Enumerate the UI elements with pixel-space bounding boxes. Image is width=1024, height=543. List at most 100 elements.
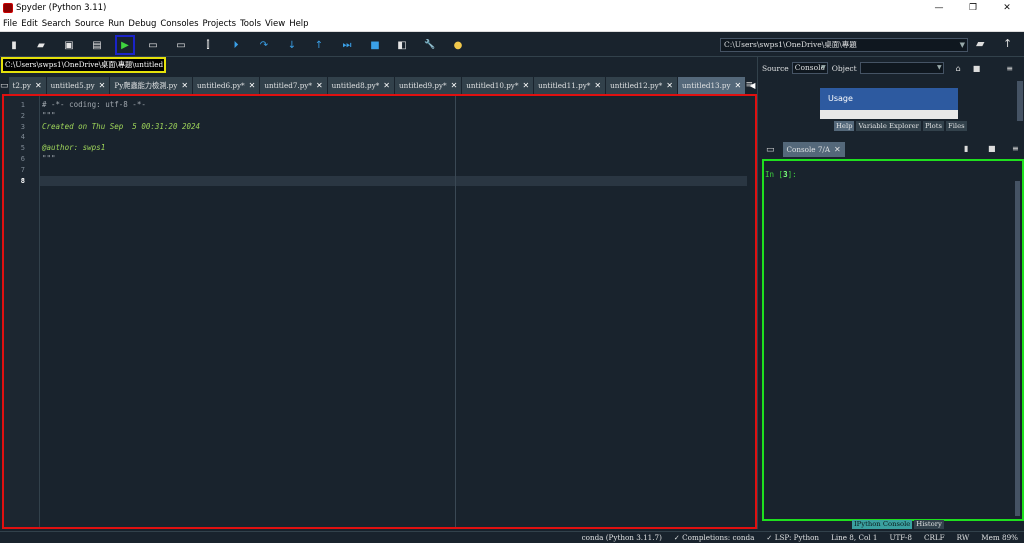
step-return-icon[interactable]: ↑ bbox=[311, 37, 327, 53]
restore-icon[interactable]: ❐ bbox=[956, 0, 990, 16]
maximize-pane-icon[interactable]: ◧ bbox=[394, 37, 410, 53]
status-encoding: UTF-8 bbox=[889, 533, 912, 542]
new-file-icon[interactable]: ▮ bbox=[6, 37, 22, 53]
close-tab-icon[interactable]: ✕ bbox=[834, 145, 841, 154]
code-line: Created on Thu Sep 5 00:31:20 2024 bbox=[42, 121, 201, 131]
console-scrollbar[interactable] bbox=[1015, 181, 1020, 516]
hamburger-menu-icon[interactable]: ≡ bbox=[1012, 144, 1019, 153]
editor-tab[interactable]: untitled7.py* ✕ bbox=[260, 77, 328, 94]
editor-tab[interactable]: Py爬蟲能力檢測.py ✕ bbox=[110, 77, 194, 94]
working-directory-combo[interactable]: C:\Users\swps1\OneDrive\桌面\專題 ▼ bbox=[720, 38, 968, 52]
editor-tab[interactable]: untitled9.py* ✕ bbox=[394, 77, 463, 94]
clear-console-icon[interactable]: ▮ bbox=[964, 144, 968, 153]
close-tab-icon[interactable]: ✕ bbox=[383, 81, 390, 90]
editor-tab[interactable]: untitled11.py* ✕ bbox=[534, 77, 607, 94]
status-cursor-position: Line 8, Col 1 bbox=[831, 533, 878, 542]
menu-run[interactable]: Run bbox=[108, 19, 124, 29]
editor-scrollbar[interactable] bbox=[747, 96, 755, 527]
close-tab-icon[interactable]: ✕ bbox=[451, 81, 458, 90]
ipython-console[interactable]: In [3]: bbox=[762, 159, 1024, 521]
stop-icon[interactable]: ■ bbox=[367, 37, 383, 53]
lock-icon[interactable]: ■ bbox=[973, 64, 981, 73]
browse-tabs-icon[interactable]: ▭ bbox=[0, 77, 9, 94]
chevron-down-icon[interactable]: ▼ bbox=[960, 39, 965, 51]
close-window-icon[interactable]: ✕ bbox=[990, 0, 1024, 16]
close-tab-icon[interactable]: ✕ bbox=[99, 81, 106, 90]
tab-help[interactable]: Help bbox=[834, 121, 855, 131]
editor-tab[interactable]: untitled6.py* ✕ bbox=[193, 77, 261, 94]
minimize-icon[interactable]: — bbox=[922, 0, 956, 16]
menu-view[interactable]: View bbox=[265, 19, 285, 29]
continue-icon[interactable]: ⏭ bbox=[339, 37, 355, 53]
debug-icon[interactable]: ⏵ bbox=[228, 37, 244, 53]
open-folder-icon[interactable]: ▰ bbox=[33, 37, 49, 53]
menu-tools[interactable]: Tools bbox=[240, 19, 261, 29]
close-tab-icon[interactable]: ✕ bbox=[249, 81, 256, 90]
chevron-down-icon[interactable]: ▼ bbox=[821, 63, 826, 73]
run-icon[interactable]: ▶ bbox=[115, 35, 135, 55]
line-number-gutter: 1 2 3 4 5 6 7 8 bbox=[4, 96, 40, 527]
main-toolbar: ▮ ▰ ▣ ▤ ▶ ▭ ▭ ⫿ ⏵ ↷ ↓ ↑ ⏭ ■ ◧ 🔧 ● C:\Use… bbox=[0, 33, 1024, 57]
editor-tab[interactable]: t2.py ✕ bbox=[8, 77, 47, 94]
save-all-icon[interactable]: ▤ bbox=[89, 37, 105, 53]
tab-ipython-console[interactable]: IPython Console bbox=[852, 520, 913, 529]
step-icon[interactable]: ↷ bbox=[256, 37, 272, 53]
status-env[interactable]: conda (Python 3.11.7) bbox=[582, 533, 662, 542]
code-editor[interactable]: 1 2 3 4 5 6 7 8 # -*- coding: utf-8 -*- … bbox=[2, 94, 757, 529]
stop-console-icon[interactable]: ■ bbox=[988, 144, 996, 153]
wrench-icon[interactable]: 🔧 bbox=[422, 37, 438, 53]
close-tab-icon[interactable]: ✕ bbox=[594, 81, 601, 90]
tab-variable-explorer[interactable]: Variable Explorer bbox=[856, 121, 921, 131]
tab-plots[interactable]: Plots bbox=[922, 121, 944, 131]
browse-tabs-icon[interactable]: ▭ bbox=[766, 145, 775, 155]
close-tab-icon[interactable]: ✕ bbox=[666, 81, 673, 90]
code-area[interactable]: # -*- coding: utf-8 -*- """ Created on T… bbox=[40, 96, 747, 527]
usage-title: Usage bbox=[820, 88, 958, 110]
menu-consoles[interactable]: Consoles bbox=[160, 19, 198, 29]
editor-tab-active[interactable]: untitled13.py ✕ bbox=[677, 77, 747, 94]
editor-tab[interactable]: untitled12.py* ✕ bbox=[606, 77, 678, 94]
close-tab-icon[interactable]: ✕ bbox=[181, 81, 188, 90]
menu-edit[interactable]: Edit bbox=[21, 19, 37, 29]
console-tab[interactable]: Console 7/A ✕ bbox=[782, 142, 845, 157]
run-cell-icon[interactable]: ▭ bbox=[145, 37, 161, 53]
browse-folder-icon[interactable]: ▰ bbox=[976, 37, 990, 51]
menu-help[interactable]: Help bbox=[289, 19, 308, 29]
close-tab-icon[interactable]: ✕ bbox=[316, 81, 323, 90]
editor-tab[interactable]: untitled10.py* ✕ bbox=[462, 77, 535, 94]
working-directory-value: C:\Users\swps1\OneDrive\桌面\專題 bbox=[724, 40, 857, 49]
line-number: 5 bbox=[20, 144, 25, 153]
run-cell-advance-icon[interactable]: ▭ bbox=[173, 37, 189, 53]
save-icon[interactable]: ▣ bbox=[61, 37, 77, 53]
close-tab-icon[interactable]: ✕ bbox=[735, 81, 742, 90]
chevron-down-icon[interactable]: ▼ bbox=[937, 63, 942, 73]
menu-file[interactable]: File bbox=[3, 19, 17, 29]
home-icon[interactable]: ⌂ bbox=[956, 64, 961, 73]
object-combo[interactable]: ▼ bbox=[859, 62, 944, 74]
editor-tab-bar: ▭ t2.py ✕ untitled5.py ✕ Py爬蟲能力檢測.py ✕ unti… bbox=[0, 77, 768, 94]
status-lsp[interactable]: ✓ LSP: Python bbox=[766, 533, 819, 542]
tab-history[interactable]: History bbox=[914, 520, 944, 529]
source-combo[interactable]: Console ▼ bbox=[791, 62, 828, 74]
title-bar: Spyder (Python 3.11) — ❐ ✕ bbox=[0, 0, 1024, 16]
hamburger-menu-icon[interactable]: ≡ bbox=[745, 80, 753, 90]
menu-projects[interactable]: Projects bbox=[203, 19, 237, 29]
menu-source[interactable]: Source bbox=[75, 19, 104, 29]
menu-search[interactable]: Search bbox=[42, 19, 71, 29]
code-line: # -*- coding: utf-8 -*- bbox=[42, 100, 146, 109]
editor-tab[interactable]: untitled8.py* ✕ bbox=[327, 77, 395, 94]
python-logo-icon[interactable]: ● bbox=[450, 37, 466, 53]
hamburger-menu-icon[interactable]: ≡ bbox=[1006, 64, 1013, 73]
step-into-icon[interactable]: ↓ bbox=[284, 37, 300, 53]
line-number: 7 bbox=[20, 165, 25, 174]
close-tab-icon[interactable]: ✕ bbox=[522, 81, 529, 90]
parent-directory-icon[interactable]: ↑ bbox=[1003, 37, 1017, 51]
tab-files[interactable]: Files bbox=[946, 121, 967, 131]
menu-debug[interactable]: Debug bbox=[128, 19, 156, 29]
close-tab-icon[interactable]: ✕ bbox=[35, 81, 42, 90]
editor-tab[interactable]: untitled5.py ✕ bbox=[46, 77, 111, 94]
console-prompt: In [3]: bbox=[765, 170, 797, 179]
run-selection-icon[interactable]: ⫿ bbox=[200, 37, 216, 53]
help-scrollbar[interactable] bbox=[1017, 81, 1023, 121]
menu-bar: File Edit Search Source Run Debug Consol… bbox=[0, 16, 1024, 32]
